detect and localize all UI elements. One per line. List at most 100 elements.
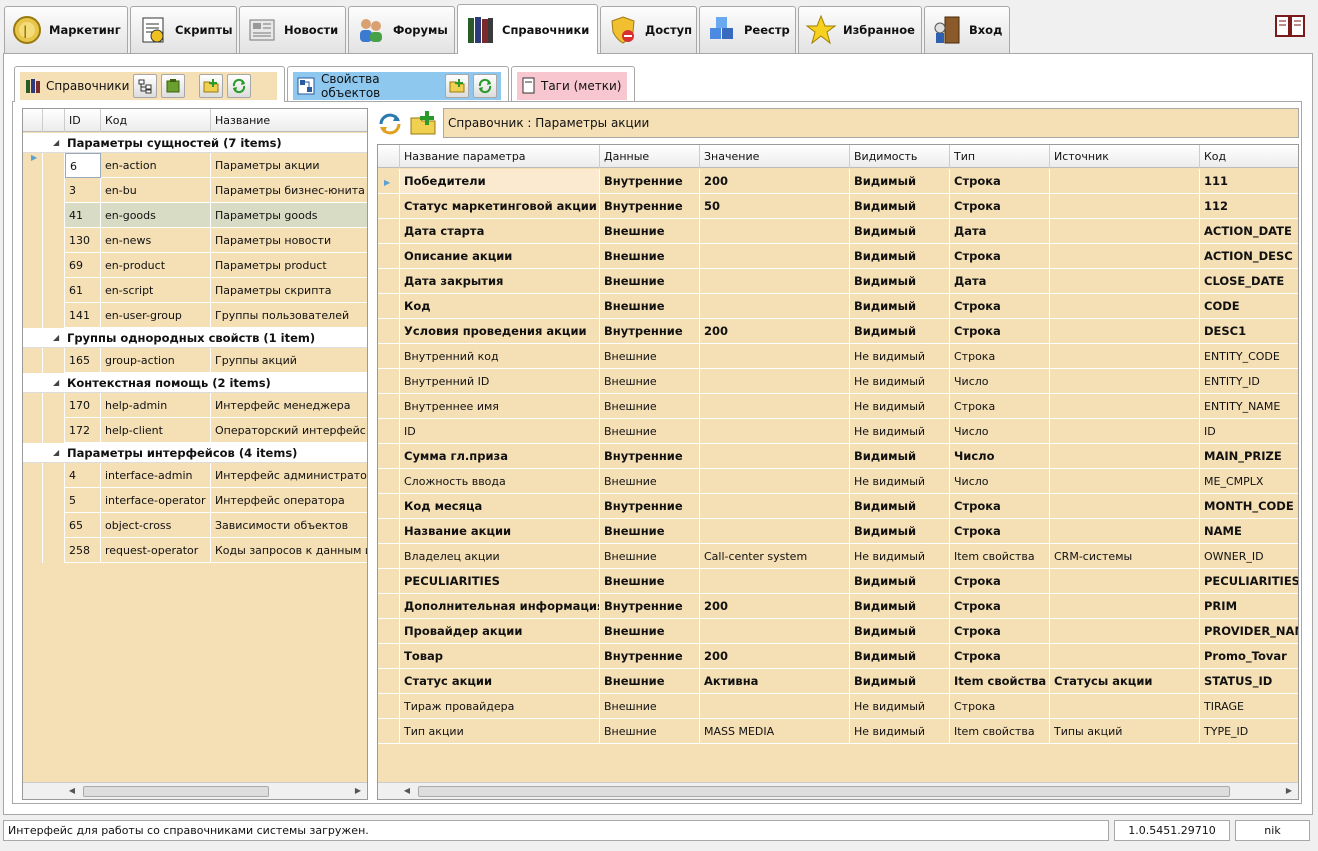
table-row[interactable]: 3 en-bu Параметры бизнес-юнита: [23, 178, 367, 203]
table-row[interactable]: Сумма гл.приза Внутренние Видимый Число MAIN…: [378, 444, 1298, 469]
scroll-left-icon[interactable]: ◀: [65, 784, 79, 798]
collapse-icon[interactable]: ◢: [53, 328, 59, 348]
tab-forums[interactable]: Форумы: [348, 6, 455, 53]
table-row[interactable]: ▶ 6 en-action Параметры акции: [23, 153, 367, 178]
column-header-type[interactable]: Тип: [950, 145, 1050, 168]
table-row[interactable]: Название акции Внешние Видимый Строка NAME: [378, 519, 1298, 544]
row-indent: [43, 463, 65, 488]
cell-code: ID: [1200, 419, 1298, 444]
table-row[interactable]: ▶ Победители Внутренние 200 Видимый Строка 111: [378, 169, 1298, 194]
table-row[interactable]: Описание акции Внешние Видимый Строка ACTION…: [378, 244, 1298, 269]
column-header-code[interactable]: Код: [101, 109, 211, 132]
table-row[interactable]: Тираж провайдера Внешние Не видимый Строка T…: [378, 694, 1298, 719]
table-row[interactable]: Код Внешние Видимый Строка CODE: [378, 294, 1298, 319]
table-row[interactable]: 258 request-operator Коды запросов к данны…: [23, 538, 367, 563]
table-row[interactable]: 65 object-cross Зависимости объектов: [23, 513, 367, 538]
collapse-icon[interactable]: ◢: [53, 373, 59, 393]
horizontal-scrollbar[interactable]: ◀ ▶: [23, 782, 367, 799]
table-row[interactable]: Провайдер акции Внешние Видимый Строка PROVI…: [378, 619, 1298, 644]
table-row[interactable]: Товар Внутренние 200 Видимый Строка Promo_Tov…: [378, 644, 1298, 669]
column-header-name[interactable]: Название: [211, 109, 367, 132]
scroll-left-icon[interactable]: ◀: [400, 784, 414, 798]
cell-code: CLOSE_DATE: [1200, 269, 1298, 294]
table-row[interactable]: 130 en-news Параметры новости: [23, 228, 367, 253]
column-header-param-name[interactable]: Название параметра: [400, 145, 600, 168]
column-header-code[interactable]: Код: [1200, 145, 1298, 168]
group-row[interactable]: ◢ Параметры сущностей (7 items): [23, 133, 367, 153]
cell-code: help-client: [101, 418, 211, 443]
table-row[interactable]: Сложность ввода Внешние Не видимый Число ME_…: [378, 469, 1298, 494]
cell-code: interface-operator: [101, 488, 211, 513]
table-row[interactable]: 41 en-goods Параметры goods: [23, 203, 367, 228]
tab-access[interactable]: Доступ: [600, 6, 697, 53]
table-row[interactable]: 170 help-admin Интерфейс менеджера: [23, 393, 367, 418]
table-row[interactable]: Внутреннее имя Внешние Не видимый Строка ENT…: [378, 394, 1298, 419]
row-indent: [43, 178, 65, 203]
table-row[interactable]: Дополнительная информация Внутренние 200 Ви…: [378, 594, 1298, 619]
table-row[interactable]: Код месяца Внутренние Видимый Строка MONTH_C…: [378, 494, 1298, 519]
tab-scripts[interactable]: Скрипты: [130, 6, 237, 53]
tab-news[interactable]: Новости: [239, 6, 346, 53]
table-row[interactable]: ID Внешние Не видимый Число ID: [378, 419, 1298, 444]
cell-type: Item свойства: [950, 669, 1050, 694]
tab-label: Форумы: [393, 23, 448, 37]
tab-marketing[interactable]: | Маркетинг: [4, 6, 128, 53]
table-row[interactable]: Статус маркетинговой акции Внутренние 50 Ви…: [378, 194, 1298, 219]
refresh-properties-button[interactable]: [473, 74, 498, 98]
table-row[interactable]: Внутренний ID Внешние Не видимый Число ENTIT…: [378, 369, 1298, 394]
row-indent: [43, 538, 65, 563]
subtab-dictionaries[interactable]: Справочники: [14, 66, 285, 102]
tab-registry[interactable]: Реестр: [699, 6, 796, 53]
add-dictionary-button[interactable]: [199, 74, 224, 98]
group-row[interactable]: ◢ Контекстная помощь (2 items): [23, 373, 367, 393]
collapse-icon[interactable]: ◢: [53, 133, 59, 153]
cell-param-name: Внутренний ID: [400, 369, 600, 394]
cell-source: Статусы акции: [1050, 669, 1200, 694]
table-row[interactable]: Дата старта Внешние Видимый Дата ACTION_DATE: [378, 219, 1298, 244]
table-row[interactable]: 5 interface-operator Интерфейс оператора: [23, 488, 367, 513]
scroll-thumb[interactable]: [83, 786, 269, 797]
add-parameter-icon[interactable]: [409, 110, 437, 136]
refresh-icon[interactable]: [377, 111, 403, 137]
refresh-dictionaries-button[interactable]: [227, 74, 252, 98]
tab-dictionaries[interactable]: Справочники: [457, 4, 598, 54]
table-row[interactable]: 165 group-action Группы акций: [23, 348, 367, 373]
scroll-thumb[interactable]: [418, 786, 1230, 797]
column-header-data[interactable]: Данные: [600, 145, 700, 168]
tab-login[interactable]: Вход: [924, 6, 1010, 53]
help-book-icon[interactable]: [1274, 14, 1306, 38]
column-header-source[interactable]: Источник: [1050, 145, 1200, 168]
table-row[interactable]: 4 interface-admin Интерфейс администратора: [23, 463, 367, 488]
users-icon: [355, 14, 387, 46]
table-row[interactable]: 69 en-product Параметры product: [23, 253, 367, 278]
table-row[interactable]: Статус акции Внешние Активна Видимый Item св…: [378, 669, 1298, 694]
cell-source: [1050, 394, 1200, 419]
cell-value: [700, 244, 850, 269]
cell-value: Call-center system: [700, 544, 850, 569]
table-row[interactable]: 61 en-script Параметры скрипта: [23, 278, 367, 303]
table-row[interactable]: 172 help-client Операторский интерфейс: [23, 418, 367, 443]
horizontal-scrollbar[interactable]: ◀ ▶: [378, 782, 1298, 799]
archive-button[interactable]: [161, 74, 186, 98]
column-header-id[interactable]: ID: [65, 109, 101, 132]
table-row[interactable]: 141 en-user-group Группы пользователей: [23, 303, 367, 328]
subtab-object-properties[interactable]: Свойства объектов: [287, 66, 509, 102]
tree-view-button[interactable]: [133, 74, 158, 98]
subtab-tags[interactable]: Таги (метки): [511, 66, 635, 102]
scroll-right-icon[interactable]: ▶: [1282, 784, 1296, 798]
table-row[interactable]: PECULIARITIES Внешние Видимый Строка PECULIA…: [378, 569, 1298, 594]
cell-source: [1050, 694, 1200, 719]
column-header-value[interactable]: Значение: [700, 145, 850, 168]
group-row[interactable]: ◢ Группы однородных свойств (1 item): [23, 328, 367, 348]
scroll-right-icon[interactable]: ▶: [351, 784, 365, 798]
table-row[interactable]: Дата закрытия Внешние Видимый Дата CLOSE_DAT…: [378, 269, 1298, 294]
table-row[interactable]: Условия проведения акции Внутренние 200 Вид…: [378, 319, 1298, 344]
column-header-visibility[interactable]: Видимость: [850, 145, 950, 168]
group-row[interactable]: ◢ Параметры интерфейсов (4 items): [23, 443, 367, 463]
table-row[interactable]: Внутренний код Внешние Не видимый Строка ENT…: [378, 344, 1298, 369]
table-row[interactable]: Владелец акции Внешние Call-center system Н…: [378, 544, 1298, 569]
collapse-icon[interactable]: ◢: [53, 443, 59, 463]
add-property-button[interactable]: [445, 74, 470, 98]
tab-favorites[interactable]: Избранное: [798, 6, 922, 53]
table-row[interactable]: Тип акции Внешние MASS MEDIA Не видимый Item…: [378, 719, 1298, 744]
